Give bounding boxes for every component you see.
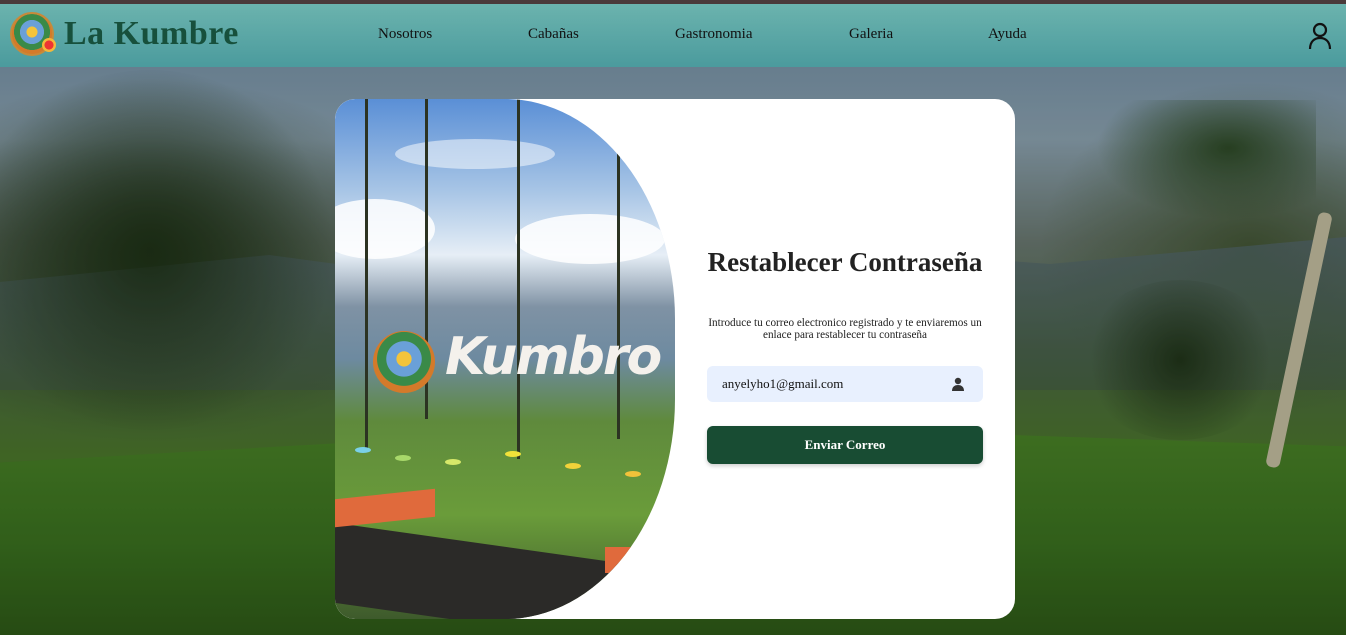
photo-sign-logo bbox=[373, 331, 435, 393]
photo-vine bbox=[517, 99, 520, 459]
photo-stone bbox=[445, 459, 461, 465]
photo-stone bbox=[565, 463, 581, 469]
photo-cloud bbox=[395, 139, 555, 169]
photo-cloud bbox=[515, 214, 665, 264]
la-kumbre-logo-icon[interactable] bbox=[10, 12, 56, 56]
photo-stone bbox=[625, 471, 641, 477]
person-icon bbox=[952, 377, 964, 391]
nav-item-nosotros[interactable]: Nosotros bbox=[378, 26, 432, 43]
photo-sign-text: Kumbro bbox=[445, 327, 662, 387]
nav-item-galeria[interactable]: Galeria bbox=[849, 26, 893, 43]
user-icon[interactable] bbox=[1308, 22, 1332, 50]
brand[interactable]: La Kumbre bbox=[10, 12, 239, 56]
reset-form: Restablecer Contraseña Introduce tu corr… bbox=[707, 99, 983, 619]
nav-item-cabanas[interactable]: Cabañas bbox=[528, 26, 579, 43]
email-field[interactable] bbox=[707, 366, 983, 402]
photo-stone bbox=[505, 451, 521, 457]
photo-bench bbox=[335, 488, 435, 528]
photo-vine bbox=[365, 99, 368, 449]
photo-cloud bbox=[335, 199, 435, 259]
form-description: Introduce tu correo electronico registra… bbox=[708, 317, 982, 341]
photo-bench bbox=[605, 547, 675, 573]
form-title: Restablecer Contraseña bbox=[707, 247, 983, 277]
nav-item-gastronomia[interactable]: Gastronomia bbox=[675, 26, 752, 43]
card-photo: Kumbro bbox=[335, 99, 675, 619]
reset-password-card: Kumbro Restablecer Contraseña Introduce … bbox=[335, 99, 1015, 619]
send-email-button[interactable]: Enviar Correo bbox=[707, 426, 983, 464]
nav-item-ayuda[interactable]: Ayuda bbox=[988, 26, 1027, 43]
photo-stone bbox=[355, 447, 371, 453]
email-input[interactable] bbox=[707, 366, 951, 402]
navbar: La Kumbre Nosotros Cabañas Gastronomia G… bbox=[0, 4, 1346, 67]
photo-table bbox=[335, 522, 635, 619]
brand-name[interactable]: La Kumbre bbox=[64, 15, 239, 53]
photo-stone bbox=[395, 455, 411, 461]
